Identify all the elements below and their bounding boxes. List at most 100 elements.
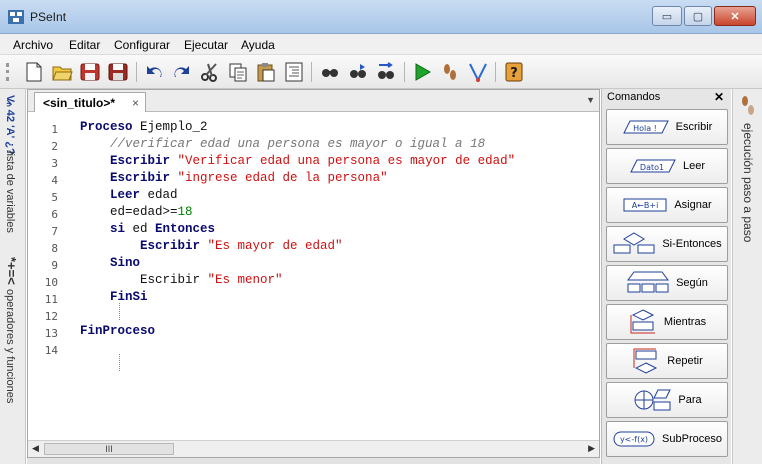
line-number: 11 [44, 293, 58, 306]
code-line[interactable]: Escribir "Es mayor de edad" [80, 238, 343, 255]
footsteps-icon[interactable] [740, 95, 756, 117]
redo-icon[interactable] [170, 60, 194, 84]
code-line[interactable]: Proceso Ejemplo_2 [80, 119, 208, 136]
para-button[interactable]: Para [606, 382, 728, 418]
scrollbar-thumb[interactable]: III [44, 443, 174, 455]
escribir-icon-text: Hola ! [633, 124, 657, 133]
line-number: 2 [51, 140, 58, 153]
code-token: //verificar edad una persona es mayor o … [80, 137, 486, 151]
code-token: Escribir [80, 273, 208, 287]
variables-icon[interactable]: V̷ₙ 42 'A' ¿? [4, 95, 17, 155]
code-line[interactable]: Leer edad [80, 187, 178, 204]
si-entonces-button[interactable]: Si-Entonces [606, 226, 728, 262]
operators-icon[interactable]: *+=< [4, 257, 19, 285]
code-line[interactable]: si ed Entonces [80, 221, 215, 238]
code-line[interactable]: //verificar edad una persona es mayor o … [80, 136, 485, 153]
minimize-button[interactable]: ▭ [652, 6, 682, 26]
code-token: ed [125, 222, 156, 236]
indent-icon[interactable] [282, 60, 306, 84]
menu-ejecutar[interactable]: Ejecutar [184, 38, 228, 52]
flowchart-icon[interactable] [466, 60, 490, 84]
tab-list-arrow-icon[interactable]: ▼ [586, 95, 595, 105]
code-line[interactable]: Sino [80, 255, 140, 272]
scroll-left-icon[interactable]: ◀ [32, 443, 39, 454]
code-line[interactable]: Escribir "Verificar edad una persona es … [80, 153, 515, 170]
svg-text:?: ? [510, 66, 518, 81]
code-token: 18 [177, 205, 193, 219]
mientras-button[interactable]: Mientras [606, 304, 728, 340]
paste-icon[interactable] [254, 60, 278, 84]
help-icon[interactable]: ? [502, 60, 526, 84]
maximize-button[interactable]: ▢ [684, 6, 712, 26]
repetir-button[interactable]: Repetir [606, 343, 728, 379]
code-token: edad [140, 188, 178, 202]
replace-icon[interactable] [374, 60, 398, 84]
line-number: 13 [44, 327, 58, 340]
menu-archivo[interactable]: Archivo [13, 38, 53, 52]
asignar-label: Asignar [674, 199, 712, 211]
operators-functions-tab[interactable]: operadores y funciones [4, 289, 16, 403]
code-area[interactable]: Proceso Ejemplo_2 //verificar edad una p… [80, 113, 595, 434]
asignar-icon-text: A←B+i [632, 201, 659, 210]
scroll-right-icon[interactable]: ▶ [588, 443, 595, 454]
save-icon[interactable] [78, 60, 102, 84]
segun-button[interactable]: Según [606, 265, 728, 301]
escribir-button[interactable]: Hola ! Escribir [606, 109, 728, 145]
commands-panel: Comandos ✕ Hola ! Escribir Dato1 Leer A←… [601, 89, 731, 464]
close-button[interactable]: ✕ [714, 6, 756, 26]
new-file-icon[interactable] [22, 60, 46, 84]
line-number: 10 [44, 276, 58, 289]
tab-bar: <sin_titulo>* × ▼ [28, 90, 599, 112]
code-token: FinSi [80, 290, 148, 304]
mientras-icon [630, 309, 655, 334]
tab-close-icon[interactable]: × [132, 96, 139, 110]
step-icon[interactable] [438, 60, 462, 84]
line-number: 5 [51, 191, 58, 204]
copy-icon[interactable] [226, 60, 250, 84]
line-number-gutter: 1 2 3 4 5 6 7 8 9 10 11 12 13 14 [28, 113, 70, 434]
subproceso-label: SubProceso [662, 433, 722, 445]
code-line[interactable]: FinProceso [80, 323, 155, 340]
menu-configurar[interactable]: Configurar [114, 38, 170, 52]
tab-sin-titulo[interactable]: <sin_titulo>* × [34, 92, 146, 112]
cut-icon[interactable] [198, 60, 222, 84]
code-line[interactable]: Escribir "Es menor" [80, 272, 283, 289]
code-editor[interactable]: <sin_titulo>* × ▼ 1 2 3 4 5 6 7 8 9 10 11 12 13 14 Pr… [27, 89, 600, 458]
step-execution-tab[interactable]: ejecución paso a paso [741, 123, 755, 242]
para-icon [634, 389, 672, 411]
code-token: "ingrese edad de la persona" [177, 171, 388, 185]
repetir-label: Repetir [667, 355, 703, 367]
indent-guide [119, 303, 120, 320]
code-line[interactable]: FinSi [80, 289, 148, 306]
code-token: Sino [80, 256, 141, 270]
si-entonces-label: Si-Entonces [662, 238, 722, 250]
menu-editar[interactable]: Editar [69, 38, 100, 52]
subproceso-icon-text: y<-f(x) [620, 435, 648, 444]
save-as-icon[interactable] [106, 60, 130, 84]
code-token: "Verificar edad una persona es mayor de … [177, 154, 516, 168]
toolbar-grip[interactable] [6, 63, 9, 81]
search-icon[interactable] [318, 60, 342, 84]
menu-ayuda[interactable]: Ayuda [241, 38, 275, 52]
tab-label: <sin_titulo>* [43, 96, 116, 110]
code-token: Proceso [80, 120, 133, 134]
leer-icon: Dato1 [630, 159, 676, 173]
subproceso-button[interactable]: y<-f(x) SubProceso [606, 421, 728, 457]
code-token: si [80, 222, 126, 236]
escribir-icon: Hola ! [622, 120, 669, 134]
code-token: Ejemplo_2 [132, 120, 208, 134]
undo-icon[interactable] [142, 60, 166, 84]
code-line[interactable]: Escribir "ingrese edad de la persona" [80, 170, 388, 187]
open-folder-icon[interactable] [50, 60, 74, 84]
code-token: ed=edad>= [80, 205, 178, 219]
si-entonces-icon [613, 232, 655, 254]
code-token: "Es mayor de edad" [207, 239, 343, 253]
horizontal-scrollbar[interactable]: ◀ III ▶ [28, 440, 599, 457]
code-line[interactable]: ed=edad>=18 [80, 204, 193, 221]
commands-close-icon[interactable]: ✕ [714, 90, 724, 104]
run-icon[interactable] [410, 60, 434, 84]
variables-list-tab[interactable]: lista de variables [4, 151, 16, 233]
asignar-button[interactable]: A←B+i Asignar [606, 187, 728, 223]
find-next-icon[interactable] [346, 60, 370, 84]
leer-button[interactable]: Dato1 Leer [606, 148, 728, 184]
